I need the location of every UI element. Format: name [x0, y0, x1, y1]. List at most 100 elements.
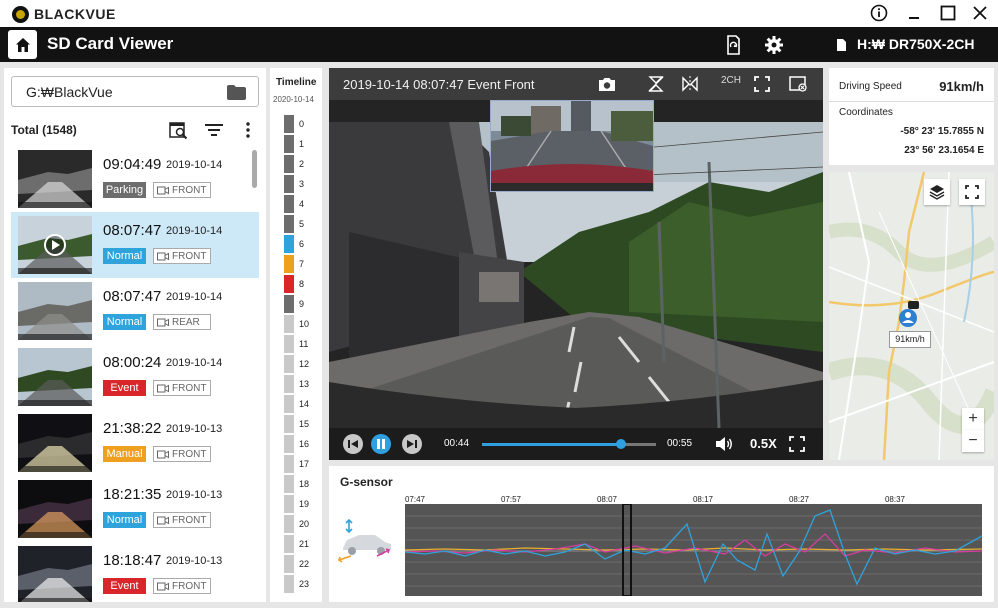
folder-icon[interactable]: [227, 85, 246, 100]
pause-button[interactable]: [371, 434, 391, 454]
timeline-hour-cell[interactable]: [284, 395, 294, 414]
map-view[interactable]: 91km/h + −: [829, 172, 994, 460]
expand-icon[interactable]: [751, 73, 773, 95]
recording-list-item[interactable]: 08:00:24 2019-10-14 Event FRONT: [11, 344, 259, 410]
snapshot-camera-icon[interactable]: [596, 73, 618, 95]
timeline-hour-cell[interactable]: [284, 335, 294, 354]
current-time: 00:44: [444, 438, 470, 449]
settings-gear-icon[interactable]: [763, 34, 785, 56]
file-date: 2019-10-14: [166, 225, 223, 237]
coordinates-label: Coordinates: [839, 107, 893, 118]
sd-format-icon[interactable]: [722, 34, 744, 56]
recording-type-badge: Normal: [103, 248, 146, 264]
timeline-hour-cell[interactable]: [284, 315, 294, 334]
timeline-hour-cell[interactable]: [284, 555, 294, 574]
channel-toggle[interactable]: 2CH: [721, 75, 741, 86]
timeline-hour-cell[interactable]: [284, 195, 294, 214]
minimize-icon[interactable]: [901, 2, 927, 24]
fullscreen-icon[interactable]: [787, 434, 807, 454]
recording-list-item[interactable]: 21:38:22 2019-10-13 Manual FRONT: [11, 410, 259, 476]
timeline-hour-cell[interactable]: [284, 155, 294, 174]
map-fullscreen-icon[interactable]: [959, 179, 985, 205]
next-file-button[interactable]: [402, 434, 422, 454]
folder-path-field[interactable]: G:₩BlackVue: [11, 76, 259, 107]
longitude-value: 23° 56' 23.1654 E: [904, 145, 984, 156]
video-thumbnail[interactable]: [18, 150, 92, 208]
timeline-hour-cell[interactable]: [284, 255, 294, 274]
rear-camera-pip[interactable]: [490, 100, 654, 192]
timeline-hour-label: 1: [299, 139, 305, 149]
timeline-hour-cell[interactable]: [284, 295, 294, 314]
video-thumbnail[interactable]: [18, 414, 92, 472]
search-calendar-icon[interactable]: [168, 120, 188, 140]
file-date: 2019-10-13: [166, 423, 223, 435]
timeline-hour-label: 18: [299, 479, 310, 489]
camera-tag: FRONT: [153, 446, 211, 462]
recording-list-item[interactable]: 09:04:49 2019-10-14 Parking FRONT: [11, 146, 259, 212]
recording-type-badge: Manual: [103, 446, 146, 462]
video-thumbnail[interactable]: [18, 282, 92, 340]
maximize-icon[interactable]: [935, 2, 961, 24]
recording-list-item[interactable]: 18:18:47 2019-10-13 Event FRONT: [11, 542, 259, 602]
camera-tag: REAR: [153, 314, 211, 330]
volume-icon[interactable]: [714, 434, 734, 454]
playback-speed[interactable]: 0.5X: [750, 436, 777, 451]
seek-handle[interactable]: [616, 439, 627, 449]
video-player: 2019-10-14 08:07:47 Event Front 2CH 00:4…: [329, 68, 823, 460]
camera-label: FRONT: [172, 448, 207, 460]
timeline-hour-cell[interactable]: [284, 235, 294, 254]
timeline-hour-cell[interactable]: [284, 515, 294, 534]
more-options-icon[interactable]: [238, 120, 258, 140]
recording-list-item[interactable]: 08:07:47 2019-10-14 Normal FRONT: [11, 212, 259, 278]
timeline-hour-cell[interactable]: [284, 355, 294, 374]
timeline-hour-cell[interactable]: [284, 215, 294, 234]
timeline-hour-label: 23: [299, 579, 310, 589]
flip-horizontal-icon[interactable]: [679, 73, 701, 95]
timeline-hour-cell[interactable]: [284, 275, 294, 294]
camera-label: FRONT: [172, 580, 207, 592]
video-camera-icon: [157, 384, 169, 392]
video-camera-icon: [157, 582, 169, 590]
timeline-hour-label: 16: [299, 439, 310, 449]
timeline-hour-cell[interactable]: [284, 535, 294, 554]
recording-list[interactable]: 09:04:49 2019-10-14 Parking FRONT 08:07:47 20…: [11, 146, 259, 602]
recording-list-item[interactable]: 08:07:47 2019-10-14 Normal REAR: [11, 278, 259, 344]
camera-label: FRONT: [172, 184, 207, 196]
close-icon[interactable]: [967, 2, 993, 24]
timeline-hour-label: 15: [299, 419, 310, 429]
timeline-hour-cell[interactable]: [284, 495, 294, 514]
timeline-panel: Timeline 2020-10-14 0 1 2 3 4 5 6 7 8 9 10 11 12 13 14…: [270, 68, 322, 602]
timeline-hour-cell[interactable]: [284, 115, 294, 134]
seek-bar[interactable]: [482, 439, 656, 449]
map-layers-icon[interactable]: [924, 179, 950, 205]
timeline-hour-cell[interactable]: [284, 475, 294, 494]
home-button[interactable]: [8, 30, 37, 59]
zoom-in-button[interactable]: +: [962, 408, 984, 430]
recording-list-item[interactable]: 18:21:35 2019-10-13 Normal FRONT: [11, 476, 259, 542]
timeline-hour-cell[interactable]: [284, 435, 294, 454]
close-window-icon[interactable]: [787, 73, 809, 95]
filter-icon[interactable]: [204, 120, 224, 140]
zoom-out-button[interactable]: −: [962, 430, 984, 452]
list-scrollbar[interactable]: [252, 150, 257, 188]
video-thumbnail[interactable]: [18, 480, 92, 538]
file-date: 2019-10-14: [166, 357, 223, 369]
timeline-hour-cell[interactable]: [284, 575, 294, 594]
video-thumbnail[interactable]: [18, 348, 92, 406]
video-thumbnail[interactable]: [18, 546, 92, 602]
timeline-hour-cell[interactable]: [284, 455, 294, 474]
file-time: 18:21:35: [103, 486, 162, 503]
timeline-hour-cell[interactable]: [284, 175, 294, 194]
timeline-date: 2020-10-14: [273, 95, 314, 104]
blackvue-logo: BLACKVUE: [12, 4, 116, 24]
timeline-hour-cell[interactable]: [284, 375, 294, 394]
g-sensor-graph[interactable]: [404, 503, 983, 597]
flip-vertical-icon[interactable]: [645, 73, 667, 95]
info-icon[interactable]: [866, 2, 892, 24]
timeline-hour-cell[interactable]: [284, 415, 294, 434]
previous-file-button[interactable]: [343, 434, 363, 454]
video-thumbnail[interactable]: [18, 216, 92, 274]
timeline-hour-cell[interactable]: [284, 135, 294, 154]
g-sensor-tick-label: 08:07: [596, 495, 618, 504]
video-camera-icon: [157, 450, 169, 458]
